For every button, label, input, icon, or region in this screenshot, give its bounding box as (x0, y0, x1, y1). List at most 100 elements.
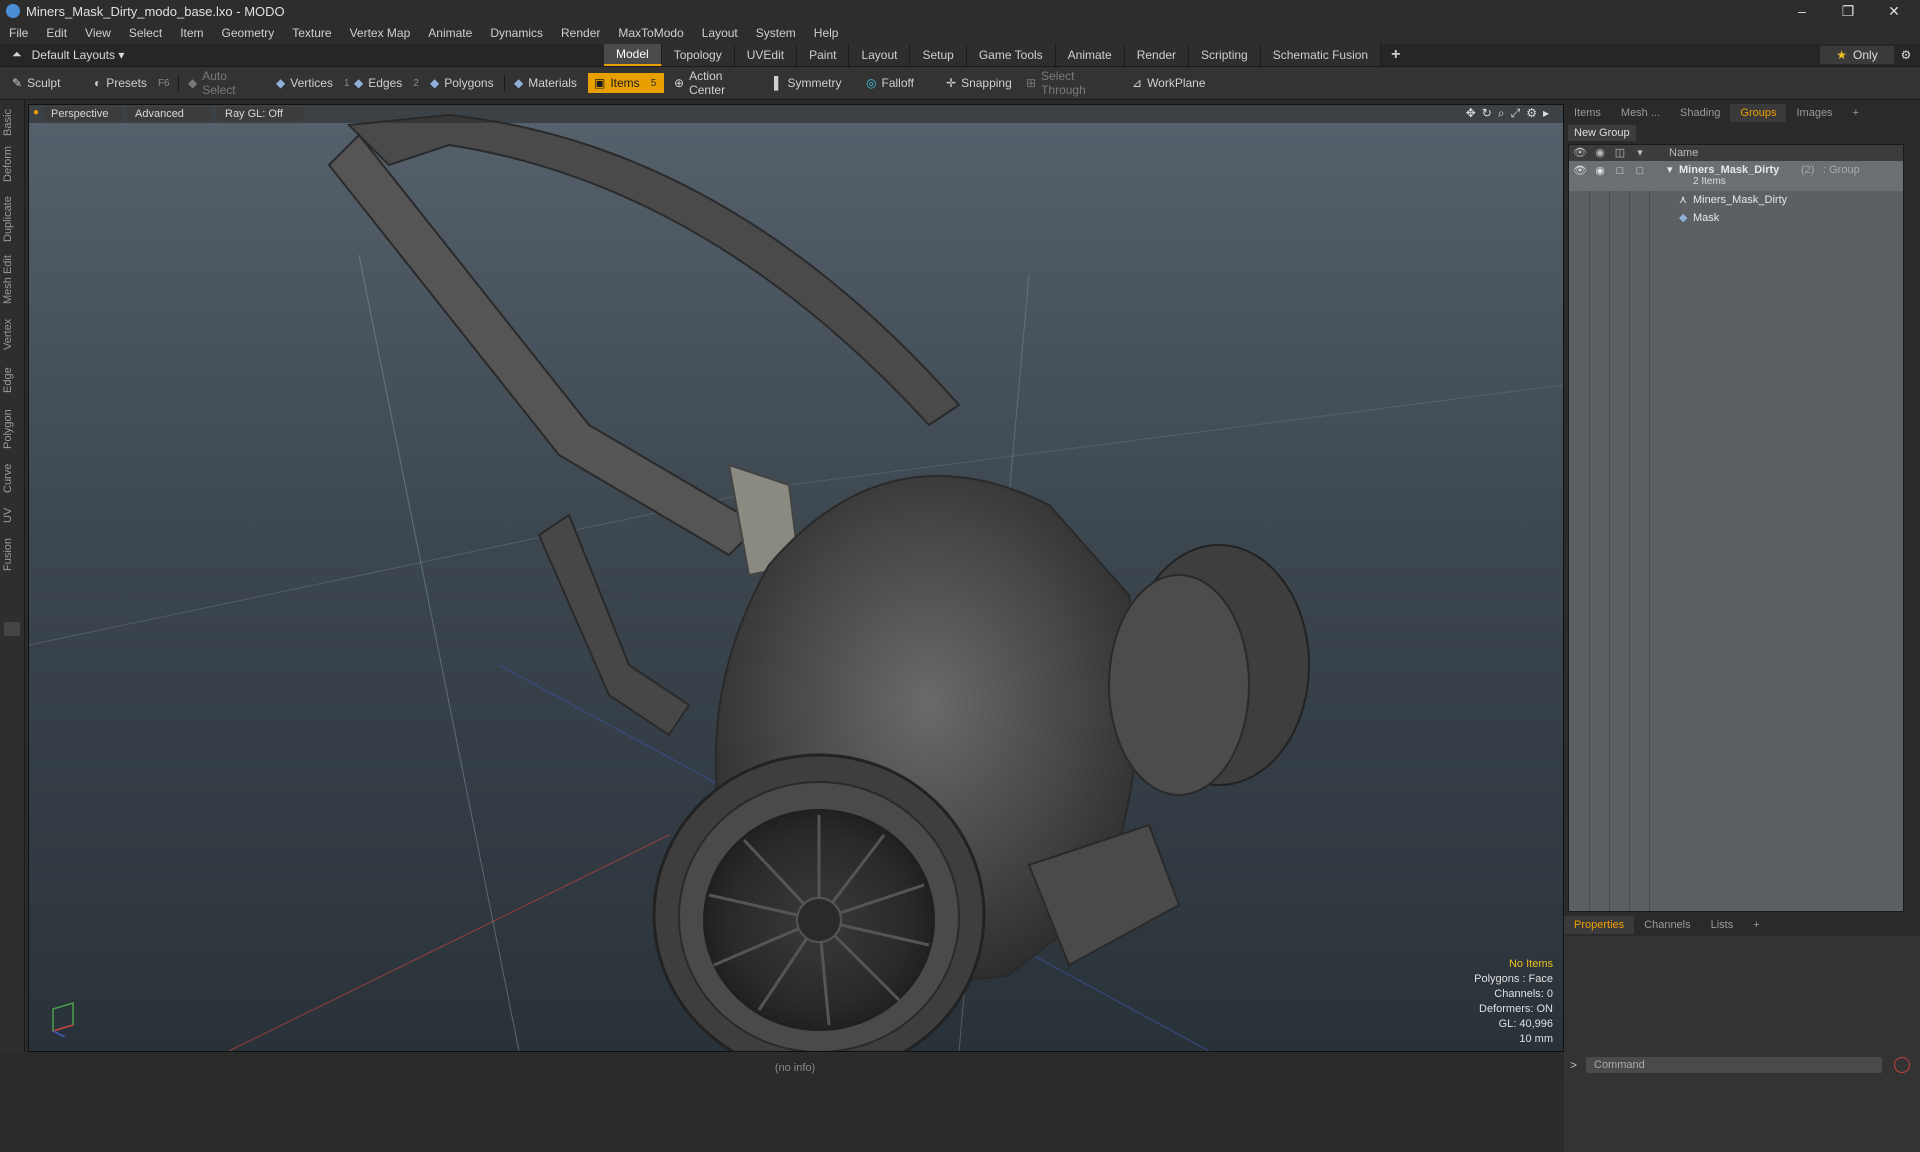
menu-file[interactable]: File (0, 26, 37, 40)
gear-icon[interactable]: ⚙ (1896, 46, 1916, 64)
tree-row-item[interactable]: ◆ Mask (1569, 209, 1903, 227)
tab-topology[interactable]: Topology (661, 44, 735, 66)
snapping-button[interactable]: ✛ Snapping (940, 73, 1022, 93)
tree-row-group[interactable]: 👁 ◉ □ □ ▾ Miners_Mask_Dirty (2) : Group … (1569, 161, 1903, 191)
menu-item[interactable]: Item (171, 26, 212, 40)
zoom-icon[interactable]: ⌕ (1498, 106, 1505, 121)
tab-lists[interactable]: Lists (1701, 916, 1744, 934)
tab-render[interactable]: Render (1124, 44, 1190, 66)
presets-button[interactable]: ◐ Presets F6 (88, 73, 174, 93)
polygons-icon: ◆ (430, 76, 440, 90)
select-through-button[interactable]: ⊞ Select Through (1020, 69, 1122, 97)
tab-channels[interactable]: Channels (1634, 916, 1700, 934)
menu-edit[interactable]: Edit (37, 26, 76, 40)
tab-layout[interactable]: Layout (849, 44, 911, 66)
vtab-edge[interactable]: Edge (2, 362, 22, 398)
workplane-button[interactable]: ⊿ WorkPlane (1126, 73, 1210, 93)
tab-paint[interactable]: Paint (797, 44, 850, 66)
menu-select[interactable]: Select (120, 26, 171, 40)
menu-view[interactable]: View (76, 26, 120, 40)
tab-images[interactable]: Images (1786, 104, 1842, 122)
tab-properties[interactable]: Properties (1564, 916, 1635, 934)
vtab-polygon[interactable]: Polygon (2, 406, 22, 452)
3d-viewport[interactable]: ● Perspective Advanced Ray GL: Off ✥ ↻ ⌕… (28, 104, 1564, 1052)
vtab-curve[interactable]: Curve (2, 460, 22, 496)
viewport-info-overlay: No Items Polygons : Face Channels: 0 Def… (1474, 957, 1553, 1047)
command-input[interactable]: Command (1586, 1057, 1882, 1073)
tab-game-tools[interactable]: Game Tools (966, 44, 1056, 66)
vtab-fusion[interactable]: Fusion (2, 534, 22, 574)
vtab-uv[interactable]: UV (2, 504, 22, 526)
materials-button[interactable]: ◆ Materials (508, 73, 586, 93)
menu-geometry[interactable]: Geometry (213, 26, 284, 40)
edges-button[interactable]: ◆ Edges 2 (348, 73, 424, 93)
group-visibility-icon[interactable]: 👁 (1573, 164, 1587, 178)
action-center-button[interactable]: ⊕ Action Center (668, 69, 764, 97)
menu-dynamics[interactable]: Dynamics (481, 26, 552, 40)
tab-shading[interactable]: Shading (1670, 104, 1730, 122)
tab-scripting[interactable]: Scripting (1189, 44, 1261, 66)
mode-tabs: Model Topology UVEdit Paint Layout Setup… (604, 44, 1410, 66)
menu-maxtomodo[interactable]: MaxToModo (609, 26, 692, 40)
tab-mesh[interactable]: Mesh ... (1611, 104, 1670, 122)
perspective-button[interactable]: Perspective (43, 107, 123, 121)
record-icon[interactable] (1894, 1057, 1910, 1073)
pan-icon[interactable]: ✥ (1466, 106, 1476, 121)
add-properties-tab-button[interactable]: + (1743, 916, 1769, 934)
vtab-basic[interactable]: Basic (2, 108, 22, 138)
tab-model[interactable]: Model (604, 44, 662, 66)
menu-animate[interactable]: Animate (419, 26, 481, 40)
close-button[interactable]: ✕ (1872, 0, 1916, 22)
ray-gl-button[interactable]: Ray GL: Off (217, 107, 303, 121)
viewport-expand-icon[interactable]: ▸ (1543, 106, 1549, 121)
polygons-button[interactable]: ◆ Polygons (424, 73, 500, 93)
new-group-button[interactable]: New Group (1568, 125, 1636, 141)
tab-animate[interactable]: Animate (1055, 44, 1125, 66)
add-tab-button[interactable]: + (1381, 44, 1410, 66)
vertices-button[interactable]: ◆ Vertices 1 (270, 73, 349, 93)
sculpt-button[interactable]: ✎ Sculpt (6, 73, 86, 93)
group-expand-icon[interactable]: ▾ (1667, 161, 1673, 179)
falloff-button[interactable]: ◎ Falloff (860, 73, 932, 93)
menu-layout[interactable]: Layout (693, 26, 747, 40)
menu-help[interactable]: Help (805, 26, 848, 40)
render-header-icon[interactable]: ◉ (1591, 145, 1609, 161)
symmetry-button[interactable]: ▌ Symmetry (768, 73, 850, 93)
only-button[interactable]: ★ Only (1820, 46, 1894, 64)
group-select-icon[interactable]: □ (1633, 164, 1647, 178)
menu-system[interactable]: System (747, 26, 805, 40)
layout-selector[interactable]: ⏶ Default Layouts ▾ (12, 47, 124, 62)
group-sub: 2 Items (1693, 176, 1726, 187)
tab-groups[interactable]: Groups (1730, 104, 1787, 122)
panel-toggle-button[interactable] (4, 622, 20, 636)
items-button[interactable]: ▣ Items 5 (588, 73, 664, 93)
vtab-vertex[interactable]: Vertex (2, 314, 22, 354)
visibility-header-icon[interactable]: 👁 (1571, 145, 1589, 161)
tab-setup[interactable]: Setup (910, 44, 967, 66)
viewport-settings-icon[interactable]: ⚙ (1526, 106, 1537, 121)
tree-row-item[interactable]: ⋏ Miners_Mask_Dirty (1569, 191, 1903, 209)
lock-header-icon[interactable]: ◫ (1611, 145, 1629, 161)
menu-render[interactable]: Render (552, 26, 609, 40)
vtab-duplicate[interactable]: Duplicate (2, 192, 22, 246)
group-render-icon[interactable]: ◉ (1593, 164, 1607, 178)
modo-logo-icon (6, 4, 20, 18)
tab-items[interactable]: Items (1564, 104, 1611, 122)
group-lock-icon[interactable]: □ (1613, 164, 1627, 178)
vtab-mesh-edit[interactable]: Mesh Edit (2, 254, 22, 306)
auto-select-button[interactable]: ◆ Auto Select (182, 69, 268, 97)
group-count: (2) (1801, 164, 1815, 176)
minimize-button[interactable]: – (1780, 0, 1824, 22)
menu-texture[interactable]: Texture (283, 26, 340, 40)
menu-vertex-map[interactable]: Vertex Map (341, 26, 420, 40)
vtab-deform[interactable]: Deform (2, 144, 22, 184)
fit-icon[interactable]: ⤢ (1511, 106, 1521, 121)
tab-schematic-fusion[interactable]: Schematic Fusion (1260, 44, 1382, 66)
restore-button[interactable]: ❐ (1826, 0, 1870, 22)
orbit-icon[interactable]: ↻ (1482, 106, 1492, 121)
add-panel-tab-button[interactable]: + (1843, 104, 1869, 122)
select-header-icon[interactable]: ▾ (1631, 145, 1649, 161)
advanced-button[interactable]: Advanced (127, 107, 211, 121)
viewport-menu-dot-icon[interactable]: ● (33, 107, 39, 118)
tab-uvedit[interactable]: UVEdit (734, 44, 798, 66)
